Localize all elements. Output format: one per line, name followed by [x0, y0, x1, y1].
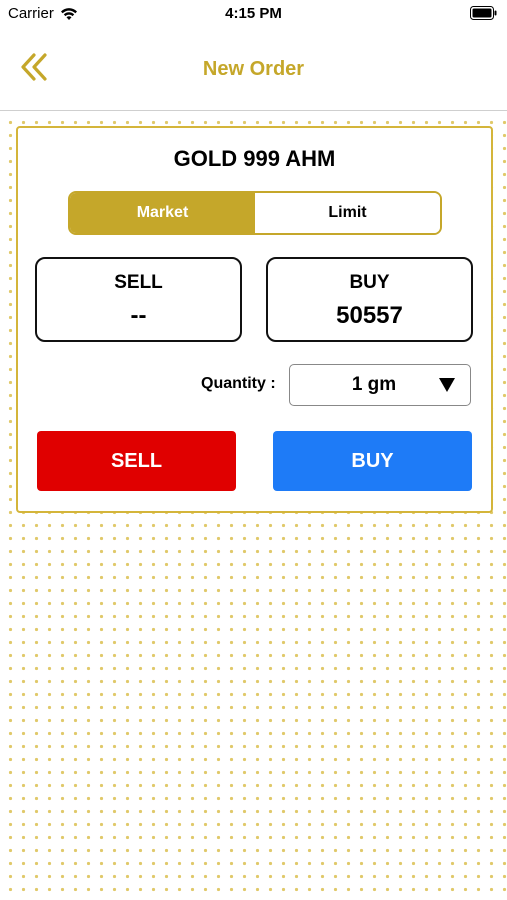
order-type-market-tab[interactable]: Market	[70, 193, 255, 233]
buy-price-label: BUY	[349, 272, 390, 293]
dropdown-triangle-icon	[439, 378, 455, 392]
sell-button[interactable]: SELL	[37, 431, 236, 491]
order-type-segmented-control: Market Limit	[68, 191, 442, 235]
order-type-limit-tab[interactable]: Limit	[255, 193, 440, 233]
sell-price-value: --	[130, 302, 147, 329]
instrument-name: GOLD 999 AHM	[173, 146, 336, 171]
quantity-selected-value: 1 gm	[351, 374, 397, 395]
nav-bar: New Order	[0, 28, 507, 111]
status-bar: Carrier 4:15 PM	[0, 0, 507, 28]
status-time: 4:15 PM	[225, 5, 282, 22]
quantity-label: Quantity :	[201, 375, 276, 392]
page-title: New Order	[202, 58, 305, 80]
buy-price-value: 50557	[336, 302, 403, 329]
battery-icon	[470, 6, 497, 20]
buy-price-box: BUY 50557	[266, 257, 473, 342]
buy-button[interactable]: BUY	[273, 431, 472, 491]
quantity-dropdown[interactable]: 1 gm	[289, 364, 471, 406]
sell-price-label: SELL	[114, 272, 163, 293]
sell-price-box: SELL --	[35, 257, 242, 342]
order-card: GOLD 999 AHM Market Limit SELL -- BUY 50…	[16, 126, 493, 513]
